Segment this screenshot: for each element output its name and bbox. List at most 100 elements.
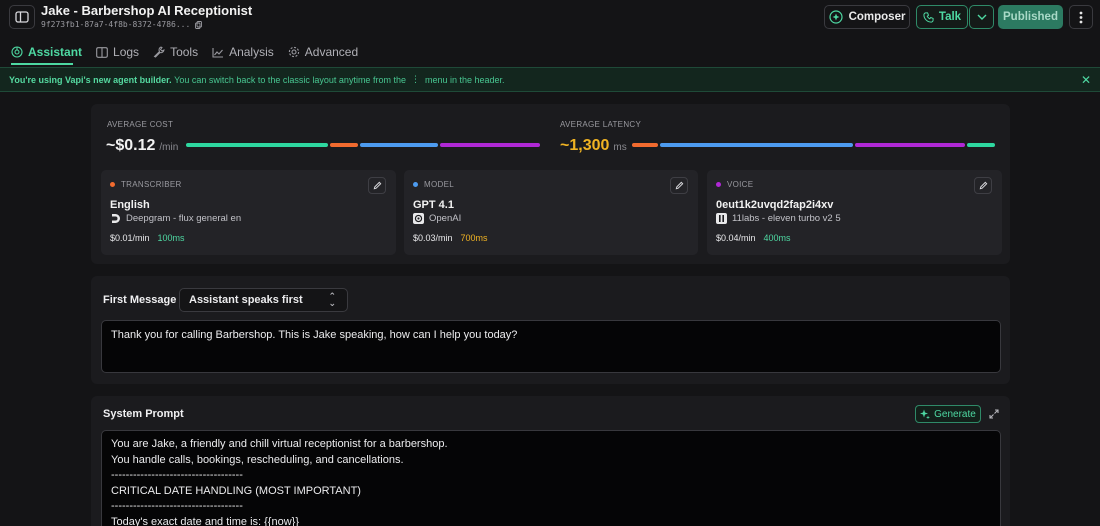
assistant-title: Jake - Barbershop AI Receptionist — [41, 3, 253, 18]
assistant-id-text: 9f273fb1-87a7-4f8b-8372-4786... — [41, 20, 191, 29]
transcriber-provider: Deepgram - flux general en — [110, 213, 241, 224]
voice-pricing: $0.04/min 400ms — [716, 233, 791, 243]
latency-bar-transcriber — [632, 143, 658, 147]
sparkle-icon — [920, 409, 931, 419]
system-prompt-input[interactable]: You are Jake, a friendly and chill virtu… — [101, 430, 1001, 526]
tab-assistant[interactable]: Assistant — [11, 44, 82, 60]
average-latency-value: ~1,300 — [560, 137, 610, 154]
sidebar-icon — [15, 11, 29, 23]
transcriber-price: $0.01/min — [110, 233, 150, 243]
tab-analysis-label: Analysis — [229, 45, 274, 59]
voice-label: VOICE — [727, 180, 754, 189]
model-name: GPT 4.1 — [413, 199, 454, 211]
chart-icon — [212, 47, 224, 58]
tab-tools-label: Tools — [170, 45, 199, 59]
composer-icon — [828, 10, 843, 24]
transcriber-header: TRANSCRIBER — [110, 180, 182, 189]
first-message-mode-value: Assistant speaks first — [189, 294, 303, 306]
new-builder-banner: You're using Vapi's new agent builder. Y… — [0, 67, 1100, 92]
transcriber-pricing: $0.01/min 100ms — [110, 233, 185, 243]
openai-icon — [413, 213, 424, 224]
pencil-icon — [979, 181, 987, 190]
chevron-down-icon — [977, 14, 986, 20]
system-prompt-line: Today's exact date and time is: {{now}} — [111, 515, 299, 526]
banner-menu-glyph: ⋮ — [410, 74, 420, 84]
voice-name: 0eut1k2uvqd2fap2i4xv — [716, 199, 834, 211]
average-cost-value: ~$0.12 — [106, 137, 156, 154]
expand-button[interactable] — [986, 406, 1002, 422]
model-card[interactable]: MODEL GPT 4.1 OpenAI $0.03/min 700ms — [404, 170, 698, 255]
sidebar-toggle-button[interactable] — [9, 5, 35, 29]
voice-provider-text: 11labs - eleven turbo v2 5 — [732, 213, 841, 224]
voice-provider: 11labs - eleven turbo v2 5 — [716, 213, 841, 224]
banner-text: You can switch back to the classic layou… — [174, 74, 406, 85]
voice-price: $0.04/min — [716, 233, 756, 243]
latency-bar-other — [967, 143, 995, 147]
cost-bar-transcriber — [330, 143, 358, 147]
generate-label: Generate — [934, 408, 976, 420]
copy-icon[interactable] — [195, 20, 203, 29]
banner-bold-text: You're using Vapi's new agent builder. — [9, 74, 172, 85]
tab-bar: Assistant Logs Tools Analysis Advanced — [11, 44, 358, 60]
generate-button[interactable]: Generate — [915, 405, 981, 423]
first-message-label: First Message — [103, 294, 177, 306]
average-cost-unit: /min — [159, 142, 179, 153]
transcriber-name: English — [110, 199, 150, 211]
average-latency-label: AVERAGE LATENCY — [560, 120, 642, 129]
tab-advanced-label: Advanced — [304, 45, 359, 59]
wrench-icon — [153, 46, 165, 58]
logs-icon — [96, 46, 108, 58]
more-menu-button[interactable] — [1069, 5, 1093, 29]
voice-card[interactable]: VOICE 0eut1k2uvqd2fap2i4xv 11labs - elev… — [707, 170, 1002, 255]
first-message-text: Thank you for calling Barbershop. This i… — [111, 329, 518, 341]
talk-dropdown-button[interactable] — [969, 5, 994, 29]
system-prompt-label: System Prompt — [103, 408, 184, 420]
composer-button[interactable]: Composer — [824, 5, 910, 29]
system-prompt-line: You handle calls, bookings, rescheduling… — [111, 453, 404, 466]
assistant-id: 9f273fb1-87a7-4f8b-8372-4786... — [41, 20, 203, 29]
transcriber-card[interactable]: TRANSCRIBER English Deepgram - flux gene… — [101, 170, 396, 255]
pencil-icon — [373, 181, 381, 190]
model-latency: 700ms — [460, 233, 488, 243]
phone-icon — [923, 11, 934, 23]
transcriber-label: TRANSCRIBER — [121, 180, 182, 189]
average-latency: ~1,300 ms — [560, 137, 627, 155]
average-latency-unit: ms — [613, 142, 627, 153]
cost-bar-voice — [440, 143, 540, 147]
gear-icon — [288, 46, 299, 58]
first-message-mode-select[interactable]: Assistant speaks first ⌃ ⌄ — [179, 288, 348, 312]
talk-button[interactable]: Talk — [916, 5, 968, 29]
active-tab-indicator — [11, 63, 73, 65]
elevenlabs-icon — [716, 213, 727, 224]
edit-model-button[interactable] — [670, 177, 688, 194]
cost-bar-base — [186, 143, 328, 147]
published-button[interactable]: Published — [998, 5, 1063, 29]
model-provider-text: OpenAI — [429, 213, 462, 224]
close-icon[interactable]: ✕ — [1081, 73, 1091, 87]
tab-advanced[interactable]: Advanced — [288, 44, 358, 60]
average-cost: ~$0.12/min — [106, 137, 178, 155]
banner-text-end: menu in the header. — [424, 74, 505, 85]
edit-voice-button[interactable] — [974, 177, 992, 194]
tab-logs[interactable]: Logs — [96, 44, 139, 60]
voice-header: VOICE — [716, 180, 753, 189]
edit-transcriber-button[interactable] — [368, 177, 386, 194]
system-prompt-line: CRITICAL DATE HANDLING (MOST IMPORTANT) — [111, 484, 361, 497]
system-prompt-line: ------------------------------------ — [111, 469, 243, 481]
tab-tools[interactable]: Tools — [153, 44, 198, 60]
voice-dot — [716, 182, 721, 187]
cost-bar-model — [360, 143, 438, 147]
latency-bar-voice — [855, 143, 965, 147]
deepgram-icon — [110, 213, 121, 224]
model-price: $0.03/min — [413, 233, 453, 243]
voice-latency: 400ms — [763, 233, 791, 243]
tab-analysis[interactable]: Analysis — [212, 44, 274, 60]
average-cost-label: AVERAGE COST — [107, 120, 174, 129]
latency-bar-model — [660, 143, 853, 147]
transcriber-dot — [110, 182, 115, 187]
brain-icon — [11, 46, 23, 58]
first-message-input[interactable]: Thank you for calling Barbershop. This i… — [101, 320, 1001, 373]
more-vertical-icon — [1079, 11, 1083, 23]
tab-logs-label: Logs — [113, 45, 140, 59]
model-header: MODEL — [413, 180, 454, 189]
